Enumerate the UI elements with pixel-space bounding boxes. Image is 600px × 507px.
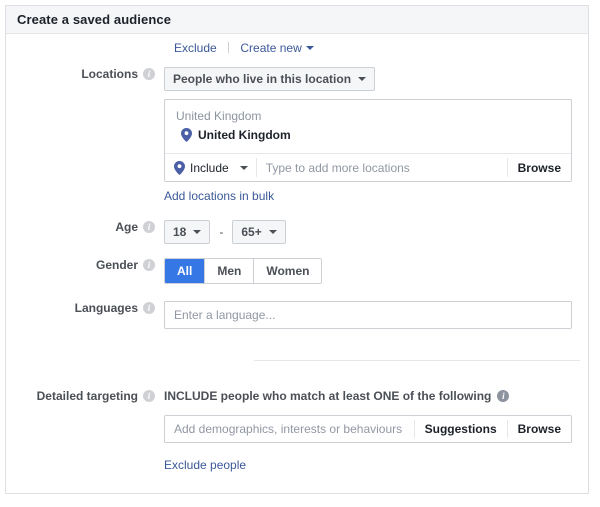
link-divider — [228, 42, 230, 53]
info-icon[interactable]: i — [143, 302, 155, 314]
detailed-targeting-row: Detailed targeting i INCLUDE people who … — [6, 389, 588, 472]
chevron-down-icon — [358, 77, 367, 81]
gender-option-men[interactable]: Men — [204, 259, 254, 283]
include-exclude-dropdown[interactable]: Include — [165, 160, 256, 175]
exclude-people-link[interactable]: Exclude people — [164, 458, 246, 472]
locations-label-wrap: Locations i — [6, 67, 164, 81]
languages-field — [164, 301, 588, 329]
chevron-down-icon — [268, 230, 277, 234]
locations-row: Locations i People who live in this loca… — [6, 67, 588, 203]
location-group-header: United Kingdom — [176, 109, 262, 123]
info-icon[interactable]: i — [497, 390, 510, 402]
detailed-targeting-input-row: Suggestions Browse — [164, 415, 572, 443]
info-icon[interactable]: i — [143, 259, 155, 271]
chevron-down-icon — [305, 46, 314, 50]
chevron-down-icon — [239, 165, 248, 170]
languages-row: Languages i — [6, 301, 588, 329]
locations-input-row: Include Browse — [165, 153, 571, 181]
suggestions-button[interactable]: Suggestions — [415, 422, 507, 436]
add-locations-in-bulk-link[interactable]: Add locations in bulk — [164, 189, 274, 203]
locations-label: Locations — [81, 67, 138, 81]
gender-option-women[interactable]: Women — [253, 259, 322, 283]
gender-option-all[interactable]: All — [165, 259, 205, 283]
age-label-wrap: Age i — [6, 220, 164, 234]
selected-location-item[interactable]: United Kingdom — [165, 125, 571, 153]
gender-segmented-control: All Men Women — [164, 258, 323, 284]
age-min-dropdown[interactable]: 18 — [164, 220, 211, 244]
create-new-link[interactable]: Create new — [240, 41, 314, 55]
map-pin-icon — [181, 128, 192, 142]
gender-label: Gender — [95, 258, 138, 272]
locations-field: People who live in this location United … — [164, 67, 588, 203]
location-type-value: People who live in this location — [173, 72, 352, 86]
include-heading: INCLUDE people who match at least ONE of… — [164, 389, 588, 403]
age-min-value: 18 — [173, 225, 187, 239]
gender-label-wrap: Gender i — [6, 258, 164, 272]
exclude-link[interactable]: Exclude — [174, 41, 217, 55]
page-title: Create a saved audience — [17, 12, 172, 27]
location-search-input[interactable] — [256, 160, 507, 175]
info-icon[interactable]: i — [143, 68, 155, 80]
info-icon[interactable]: i — [143, 221, 155, 233]
saved-audience-panel: Create a saved audience Exclude Create n… — [5, 5, 589, 494]
gender-row: Gender i All Men Women — [6, 258, 588, 284]
age-max-dropdown[interactable]: 65+ — [232, 220, 286, 244]
languages-label: Languages — [74, 301, 138, 315]
age-separator: - — [219, 225, 224, 239]
include-dropdown-label: Include — [190, 160, 229, 175]
age-row: Age i 18 - 65+ — [6, 220, 588, 244]
age-field: 18 - 65+ — [164, 220, 588, 244]
info-icon[interactable]: i — [143, 390, 155, 402]
include-heading-text: INCLUDE people who match at least ONE of… — [164, 389, 492, 403]
exclude-people-wrap: Exclude people — [164, 458, 588, 472]
map-pin-icon — [174, 160, 185, 175]
languages-label-wrap: Languages i — [6, 301, 164, 315]
gender-field: All Men Women — [164, 258, 588, 284]
location-type-dropdown[interactable]: People who live in this location — [164, 67, 376, 91]
panel-header: Create a saved audience — [6, 6, 588, 34]
chevron-down-icon — [193, 230, 202, 234]
bulk-link-wrap: Add locations in bulk — [164, 182, 588, 203]
languages-input[interactable] — [164, 301, 572, 329]
audience-form: Exclude Create new Locations i People wh… — [6, 34, 588, 472]
locations-box: United Kingdom United Kingdom Include Ty… — [164, 99, 572, 182]
create-new-label: Create new — [240, 41, 302, 55]
age-max-value: 65+ — [241, 225, 262, 239]
selected-location-label: United Kingdom — [198, 128, 291, 142]
detailed-targeting-label: Detailed targeting — [36, 389, 138, 403]
detailed-targeting-input[interactable] — [165, 422, 414, 436]
locations-browse-button[interactable]: Browse — [508, 161, 571, 175]
detailed-targeting-browse-button[interactable]: Browse — [508, 422, 571, 436]
custom-audience-links: Exclude Create new — [6, 34, 588, 61]
detailed-targeting-label-wrap: Detailed targeting i — [6, 389, 164, 403]
detailed-targeting-field: INCLUDE people who match at least ONE of… — [164, 389, 588, 472]
section-divider — [254, 360, 580, 361]
age-label: Age — [115, 220, 138, 234]
